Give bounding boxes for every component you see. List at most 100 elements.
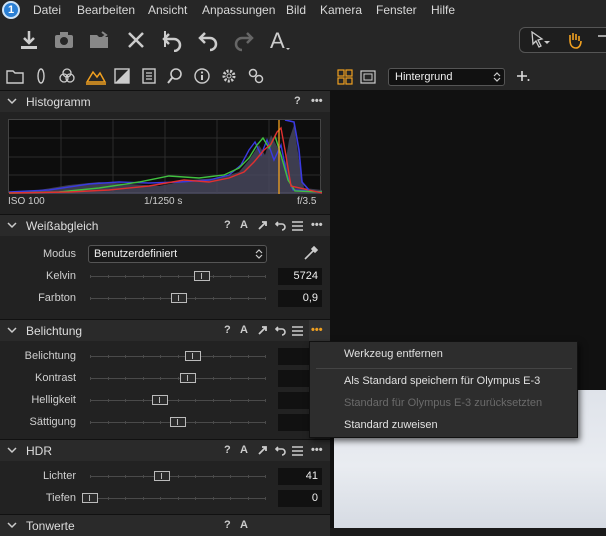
auto-icon[interactable]: A bbox=[240, 324, 248, 336]
slider-track[interactable] bbox=[90, 400, 265, 401]
menu-fenster[interactable]: Fenster bbox=[376, 3, 417, 17]
histogram-title: Histogramm bbox=[26, 95, 91, 109]
tint-value[interactable]: 0,9 bbox=[278, 290, 322, 307]
ctx-reset-default: Standard für Olympus E-3 zurücksetzten bbox=[344, 397, 543, 409]
kelvin-value[interactable]: 5724 bbox=[278, 268, 322, 285]
metadata-icon[interactable] bbox=[140, 67, 158, 85]
presets-icon[interactable] bbox=[292, 221, 303, 231]
menu-bar: 1 Datei Bearbeiten Ansicht Anpassungen B… bbox=[0, 0, 606, 20]
background-select[interactable]: Hintergrund bbox=[388, 68, 505, 86]
pan-hand-icon[interactable] bbox=[565, 31, 585, 49]
exposure-icon[interactable] bbox=[85, 66, 107, 86]
undo-all-icon[interactable] bbox=[160, 28, 184, 52]
white-balance-title: Weißabgleich bbox=[26, 219, 99, 233]
reset-icon[interactable] bbox=[275, 445, 286, 456]
help-icon[interactable]: ? bbox=[224, 519, 231, 531]
close-icon[interactable] bbox=[124, 28, 148, 52]
reset-icon[interactable] bbox=[275, 220, 286, 231]
slider-track[interactable] bbox=[90, 378, 265, 379]
menu-datei[interactable]: Datei bbox=[33, 3, 61, 17]
more-button-active[interactable]: ••• bbox=[309, 320, 330, 341]
more-icon[interactable]: ••• bbox=[311, 219, 323, 231]
help-icon[interactable]: ? bbox=[224, 324, 231, 336]
single-view-icon[interactable] bbox=[360, 69, 376, 85]
search-icon[interactable] bbox=[166, 67, 184, 85]
more-icon[interactable]: ••• bbox=[311, 95, 323, 107]
histogram-header[interactable]: Histogramm ? ••• bbox=[0, 90, 330, 112]
help-icon[interactable]: ? bbox=[294, 95, 301, 107]
slider-handle[interactable] bbox=[153, 471, 170, 481]
updown-icon bbox=[493, 72, 501, 82]
slider-track[interactable] bbox=[90, 498, 265, 499]
chevron-down-icon[interactable] bbox=[7, 325, 17, 335]
batch-icon[interactable] bbox=[247, 67, 265, 85]
tint-slider-handle[interactable] bbox=[171, 293, 188, 303]
copy-apply-icon[interactable] bbox=[257, 220, 268, 231]
levels-title: Tonwerte bbox=[26, 519, 75, 533]
lens-icon[interactable] bbox=[32, 67, 50, 85]
slider-value[interactable]: 41 bbox=[278, 468, 322, 485]
slider-handle[interactable] bbox=[185, 351, 202, 361]
download-icon[interactable] bbox=[17, 28, 41, 52]
menu-kamera[interactable]: Kamera bbox=[320, 3, 362, 17]
wb-mode-select[interactable]: Benutzerdefiniert bbox=[88, 245, 267, 263]
chevron-down-icon[interactable] bbox=[7, 520, 17, 530]
copy-apply-icon[interactable] bbox=[257, 325, 268, 336]
kelvin-slider-track[interactable] bbox=[90, 276, 265, 277]
slider-track[interactable] bbox=[90, 356, 265, 357]
help-icon[interactable]: ? bbox=[224, 444, 231, 456]
ctx-separator bbox=[316, 368, 572, 369]
menu-bild[interactable]: Bild bbox=[286, 3, 306, 17]
grid-view-icon[interactable] bbox=[337, 69, 353, 85]
auto-icon[interactable]: A bbox=[240, 219, 248, 231]
menu-hilfe[interactable]: Hilfe bbox=[431, 3, 455, 17]
slider-handle[interactable] bbox=[169, 417, 186, 427]
info-icon[interactable] bbox=[193, 67, 211, 85]
menu-bearbeiten[interactable]: Bearbeiten bbox=[77, 3, 135, 17]
presets-icon[interactable] bbox=[292, 326, 303, 336]
chevron-down-icon[interactable] bbox=[7, 445, 17, 455]
menu-anpassungen[interactable]: Anpassungen bbox=[202, 3, 275, 17]
wb-mode-value: Benutzerdefiniert bbox=[94, 248, 178, 260]
hdr-header[interactable]: HDR ? A ••• bbox=[0, 439, 330, 461]
settings-icon[interactable] bbox=[220, 67, 238, 85]
copy-apply-icon[interactable] bbox=[257, 445, 268, 456]
slider-handle[interactable] bbox=[180, 373, 196, 383]
chevron-down-icon[interactable] bbox=[7, 96, 17, 106]
kelvin-slider-handle[interactable] bbox=[194, 271, 210, 281]
eyedropper-icon[interactable] bbox=[302, 244, 320, 262]
folder-icon[interactable] bbox=[6, 67, 24, 85]
camera-icon[interactable] bbox=[52, 28, 76, 52]
presets-icon[interactable] bbox=[292, 446, 303, 456]
auto-icon[interactable]: A bbox=[240, 444, 248, 456]
color-icon[interactable] bbox=[58, 67, 76, 85]
more-icon[interactable]: ••• bbox=[311, 444, 323, 456]
undo-icon[interactable] bbox=[196, 28, 220, 52]
white-balance-header[interactable]: Weißabgleich ? A ••• bbox=[0, 214, 330, 236]
text-annotation-icon[interactable]: A bbox=[268, 28, 292, 52]
ctx-assign-default[interactable]: Standard zuweisen bbox=[344, 419, 438, 431]
levels-header[interactable]: Tonwerte ? A bbox=[0, 514, 330, 536]
more-icon: ••• bbox=[311, 324, 323, 336]
auto-icon[interactable]: A bbox=[240, 519, 248, 531]
slider-track[interactable] bbox=[90, 476, 265, 477]
exposure-title: Belichtung bbox=[26, 324, 83, 338]
select-cursor-icon[interactable] bbox=[530, 31, 550, 49]
detail-icon[interactable] bbox=[113, 67, 131, 85]
help-icon[interactable]: ? bbox=[224, 219, 231, 231]
chevron-down-icon[interactable] bbox=[7, 220, 17, 230]
menu-ansicht[interactable]: Ansicht bbox=[148, 3, 187, 17]
slider-value[interactable]: 0 bbox=[278, 490, 322, 507]
slider-handle[interactable] bbox=[152, 395, 168, 405]
slider-label: Lichter bbox=[42, 470, 76, 482]
redo-icon[interactable] bbox=[232, 28, 256, 52]
exposure-header[interactable]: Belichtung ? A ••• bbox=[0, 319, 330, 341]
add-icon[interactable] bbox=[516, 70, 530, 82]
crop-icon[interactable] bbox=[596, 32, 606, 48]
slider-handle[interactable] bbox=[82, 493, 98, 503]
context-menu: Werkzeug entfernen Als Standard speicher… bbox=[309, 341, 578, 438]
reset-icon[interactable] bbox=[275, 325, 286, 336]
ctx-save-default[interactable]: Als Standard speichern für Olympus E-3 bbox=[344, 375, 540, 387]
folder-import-icon[interactable] bbox=[88, 28, 112, 52]
ctx-remove-tool[interactable]: Werkzeug entfernen bbox=[344, 348, 443, 360]
